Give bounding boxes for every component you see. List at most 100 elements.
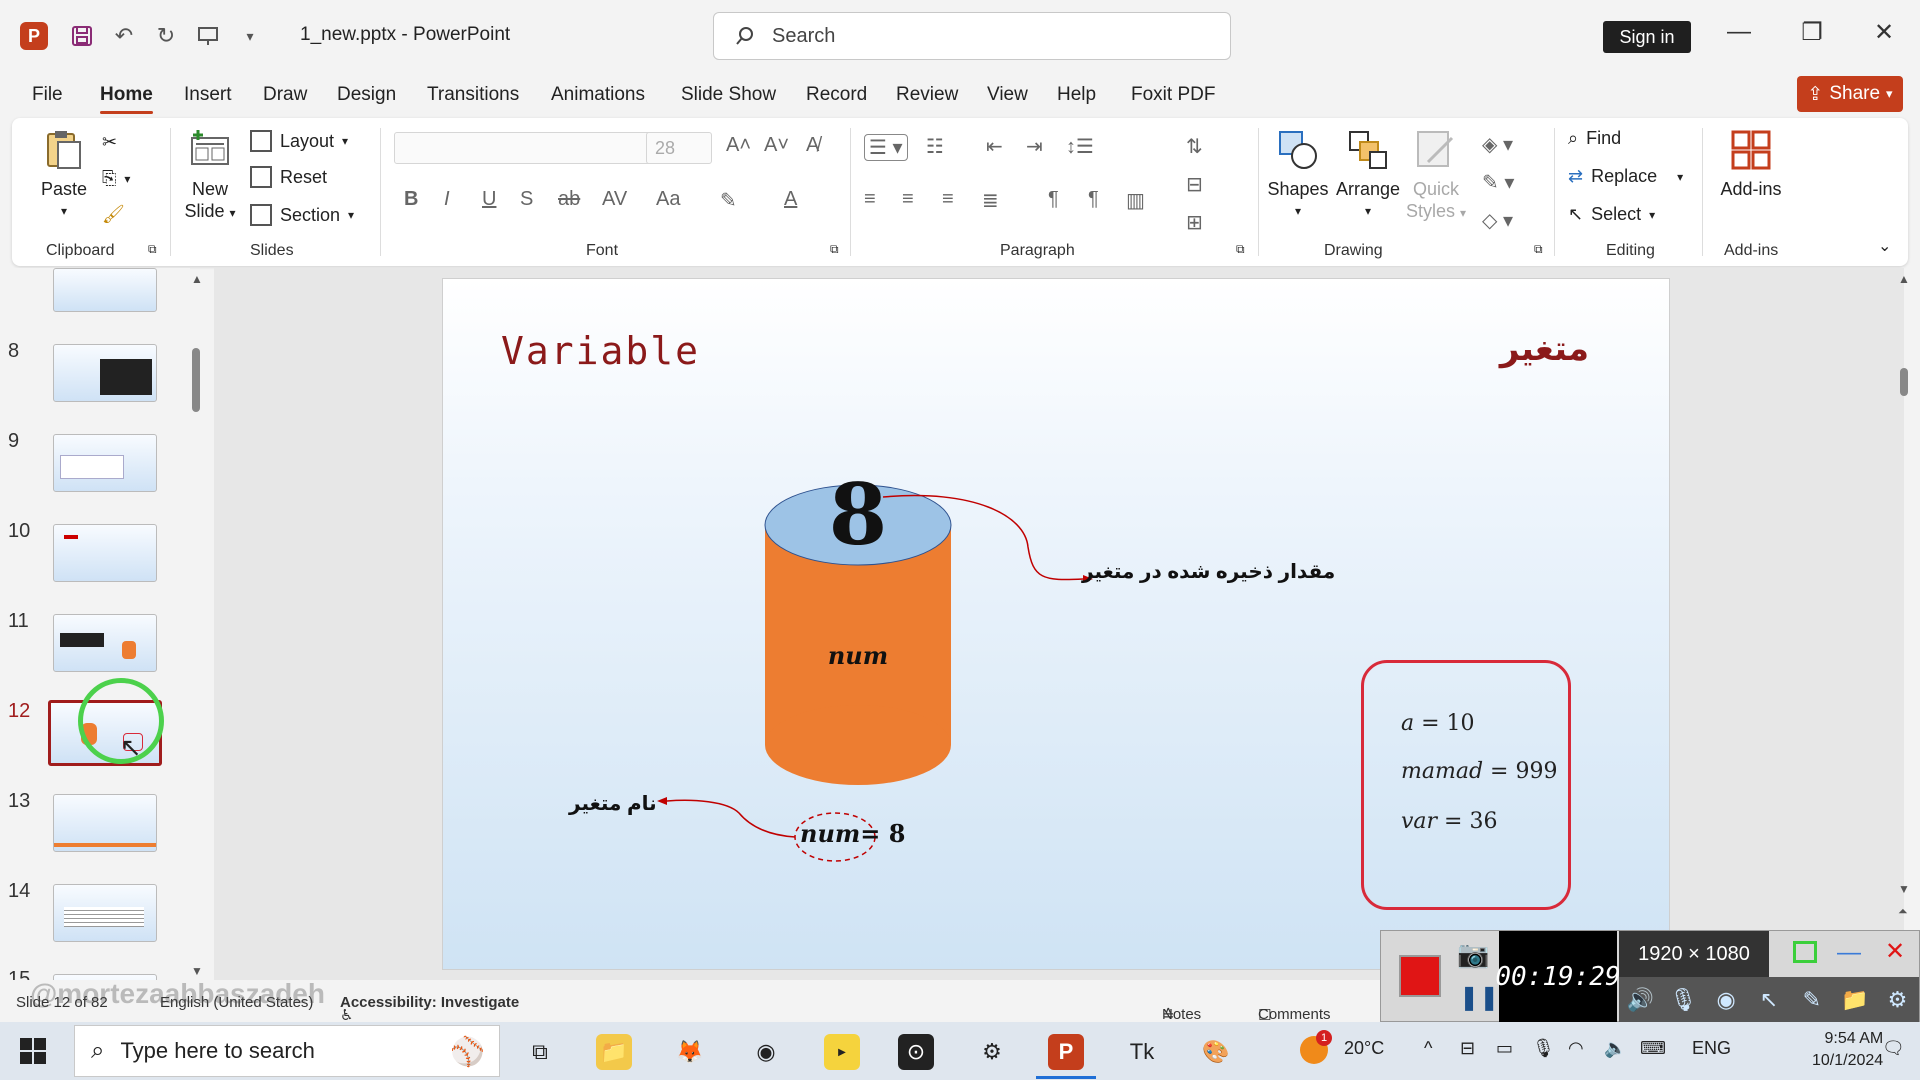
share-button[interactable]: ⇪ Share ▾ [1797, 76, 1903, 112]
decrease-indent-icon[interactable]: ⇤ [986, 134, 1003, 159]
close-icon[interactable]: ✕ [1885, 937, 1905, 966]
dialog-launcher-icon[interactable]: ⧉ [148, 242, 157, 257]
task-view-icon[interactable]: ⧉ [522, 1034, 558, 1070]
align-left-icon[interactable]: ≡ [864, 188, 876, 211]
grow-font-icon[interactable]: A˄ [726, 134, 751, 157]
scroll-up-icon[interactable]: ▲ [191, 272, 203, 286]
input-language[interactable]: ENG [1692, 1038, 1731, 1059]
layout-button[interactable]: Layout ▾ [250, 130, 348, 152]
tab-foxit-pdf[interactable]: Foxit PDF [1131, 84, 1215, 106]
speaker-icon[interactable]: 🔊 [1625, 985, 1655, 1015]
tab-design[interactable]: Design [337, 84, 396, 106]
font-app-icon[interactable]: Tk [1124, 1034, 1160, 1070]
smartart-icon[interactable]: ⊞ [1186, 210, 1203, 235]
shrink-font-icon[interactable]: A˅ [764, 134, 789, 157]
clear-formatting-icon[interactable]: A̸ [806, 134, 819, 157]
tab-review[interactable]: Review [896, 84, 958, 106]
cursor-icon[interactable]: ↖ [1754, 985, 1784, 1015]
wifi-icon[interactable]: ◠ [1568, 1038, 1584, 1059]
chrome-icon[interactable]: ◉ [748, 1034, 784, 1070]
firefox-icon[interactable]: 🦊 [672, 1034, 708, 1070]
powerpoint-taskbar-icon[interactable]: P [1048, 1034, 1084, 1070]
copy-icon[interactable]: ⎘ ▾ [102, 168, 130, 189]
align-right-icon[interactable]: ≡ [942, 188, 954, 211]
tab-transitions[interactable]: Transitions [427, 84, 519, 106]
find-button[interactable]: ⌕ Find [1568, 128, 1621, 149]
tab-view[interactable]: View [987, 84, 1028, 106]
shape-effects-icon[interactable]: ◇ ▾ [1482, 208, 1513, 233]
dialog-launcher-icon[interactable]: ⧉ [1236, 242, 1245, 257]
shadow-icon[interactable]: S [520, 188, 533, 211]
cut-icon[interactable]: ✂ [102, 132, 117, 153]
character-spacing-icon[interactable]: AV [602, 188, 627, 211]
format-painter-icon[interactable]: 🖌 [102, 204, 125, 225]
camera-icon[interactable]: 📷 [1457, 939, 1489, 970]
slide-thumbnail[interactable] [53, 344, 157, 402]
underline-icon[interactable]: U [482, 188, 496, 211]
settings-icon[interactable]: ⚙ [1882, 985, 1912, 1015]
shapes-button[interactable]: Shapes ▾ [1266, 128, 1330, 222]
minimize-icon[interactable]: — [1719, 18, 1759, 46]
github-icon[interactable]: ⊙ [898, 1034, 934, 1070]
slide-thumbnail[interactable] [53, 884, 157, 942]
folder-icon[interactable]: 📁 [1840, 985, 1870, 1015]
slide-thumbnail[interactable] [53, 524, 157, 582]
accessibility-status[interactable]: ♿ Accessibility: Investigate [340, 994, 519, 1024]
slide-thumbnail[interactable] [53, 268, 157, 312]
network-device-icon[interactable]: ⊟ [1460, 1038, 1475, 1059]
scroll-up-icon[interactable]: ▲ [1898, 272, 1910, 286]
increase-indent-icon[interactable]: ⇥ [1026, 134, 1043, 159]
save-icon[interactable] [66, 20, 98, 52]
temperature-text[interactable]: 20°C [1344, 1038, 1384, 1059]
restore-icon[interactable]: ❐ [1792, 18, 1832, 47]
italic-icon[interactable]: I [444, 188, 450, 211]
font-color-icon[interactable]: A [784, 188, 797, 211]
scroll-down-icon[interactable]: ▼ [191, 964, 203, 978]
webcam-icon[interactable]: ◉ [1711, 985, 1741, 1015]
font-family-select[interactable] [394, 132, 654, 164]
slide-thumbnail[interactable] [53, 794, 157, 852]
microphone-icon[interactable]: 🎙 [1532, 1038, 1555, 1059]
strikethrough-icon[interactable]: ab [558, 188, 580, 211]
taskbar-search-input[interactable]: ⌕ Type here to search ⚾ [74, 1025, 500, 1077]
line-spacing-icon[interactable]: ↕☰ [1066, 134, 1094, 159]
tab-file[interactable]: File [32, 84, 63, 106]
tab-draw[interactable]: Draw [263, 84, 307, 106]
arrange-button[interactable]: Arrange ▾ [1334, 128, 1402, 222]
font-size-select[interactable]: 28 [646, 132, 712, 164]
current-slide[interactable]: Variable متغیر 8 num مقدار ذخیره شده در … [442, 278, 1670, 970]
file-explorer-icon[interactable]: 📁 [596, 1034, 632, 1070]
close-icon[interactable]: ✕ [1864, 18, 1904, 47]
replace-button[interactable]: ⇄ Replace ▾ [1568, 166, 1683, 187]
scroll-thumb[interactable] [192, 348, 200, 412]
rtl-icon[interactable]: ¶ [1088, 188, 1099, 211]
reset-button[interactable]: Reset [250, 166, 327, 188]
windows-start-icon[interactable] [18, 1036, 48, 1066]
pause-icon[interactable]: ❚❚ [1459, 983, 1499, 1012]
thumbnail-scrollbar[interactable]: ▲ ▼ [188, 268, 206, 980]
tab-home[interactable]: Home [100, 84, 153, 114]
player-app-icon[interactable]: ▶ [824, 1034, 860, 1070]
scroll-down-icon[interactable]: ▼ [1898, 882, 1910, 896]
bold-icon[interactable]: B [404, 188, 418, 211]
align-text-icon[interactable]: ⊟ [1186, 172, 1203, 197]
ltr-icon[interactable]: ¶ [1048, 188, 1059, 211]
highlight-icon[interactable]: ✎ [720, 188, 737, 213]
slide-thumbnail[interactable] [53, 614, 157, 672]
tab-record[interactable]: Record [806, 84, 867, 106]
new-slide-button[interactable]: New Slide ▾ [180, 128, 240, 224]
system-clock[interactable]: 9:54 AM 10/1/2024 [1812, 1028, 1883, 1072]
slide-scrollbar[interactable]: ▲ ▼ ⏶ [1894, 268, 1914, 928]
search-input[interactable]: Search [713, 12, 1231, 60]
chevron-up-icon[interactable]: ^ [1424, 1038, 1432, 1059]
redo-icon[interactable]: ↻ [150, 20, 182, 52]
shape-outline-icon[interactable]: ✎ ▾ [1482, 170, 1514, 195]
notifications-icon[interactable]: 🗨 [1882, 1038, 1905, 1059]
change-case-icon[interactable]: Aa [656, 188, 680, 211]
microphone-icon[interactable]: 🎙 [1668, 985, 1698, 1015]
sign-in-button[interactable]: Sign in [1603, 21, 1691, 53]
columns-icon[interactable]: ▥ [1126, 188, 1145, 213]
undo-icon[interactable]: ↶ [108, 20, 140, 52]
scroll-thumb[interactable] [1900, 368, 1908, 396]
numbering-icon[interactable]: ☷ [926, 134, 944, 159]
